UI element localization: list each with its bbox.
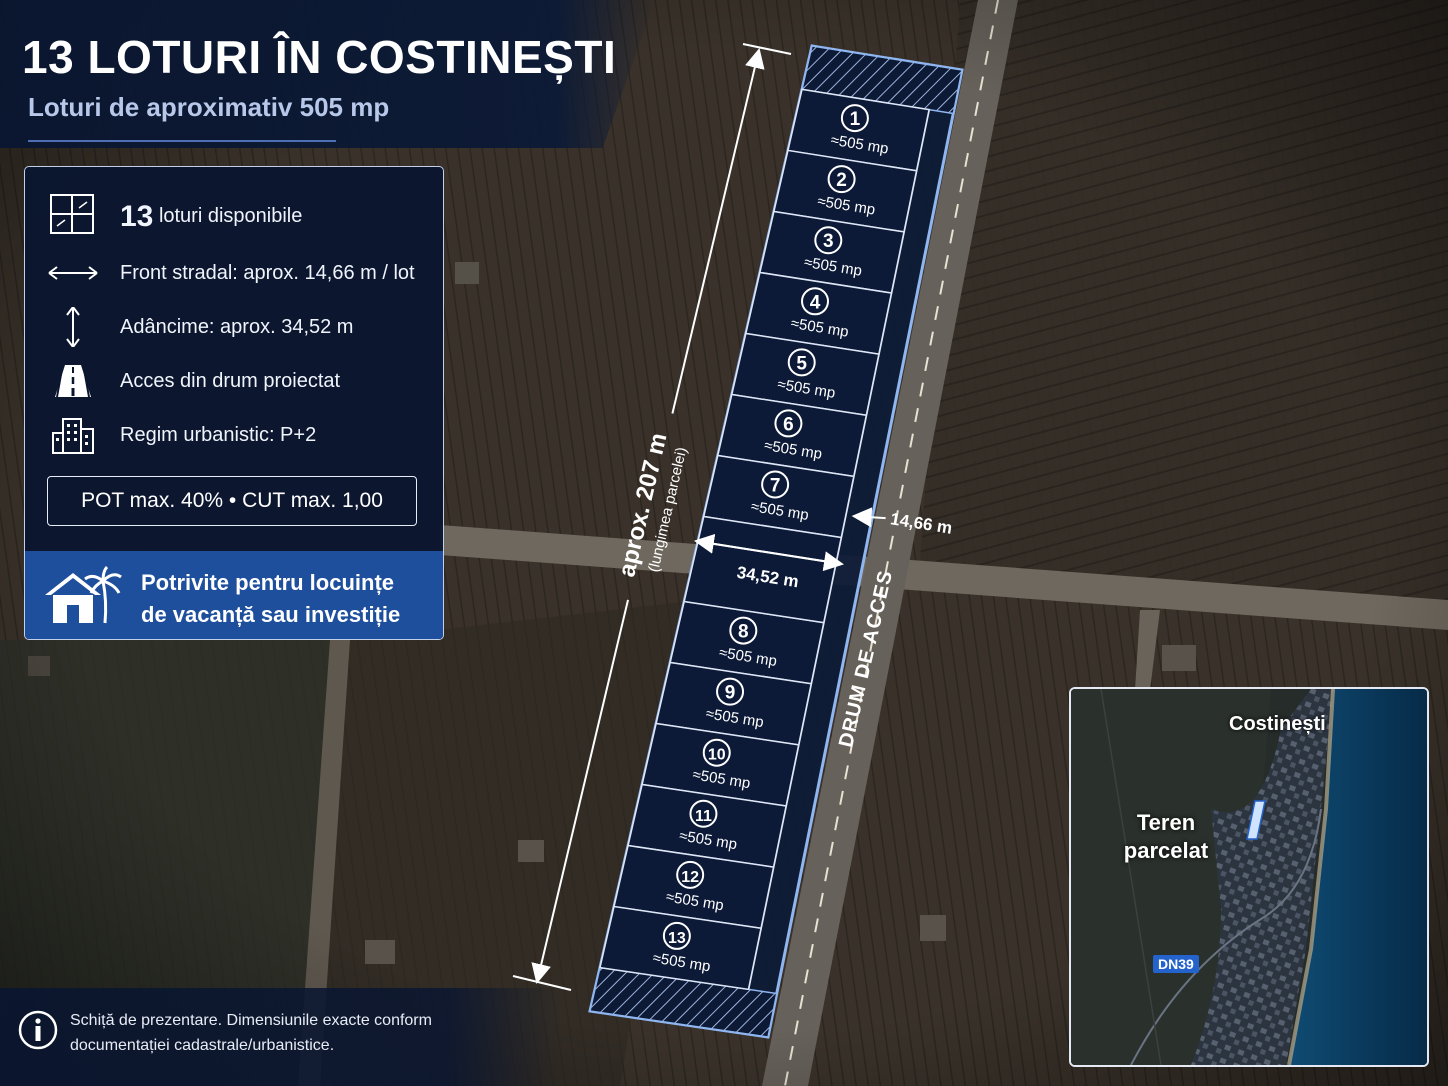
lot-number: 6	[783, 414, 794, 435]
house-palm-icon	[45, 565, 122, 624]
road-icon	[55, 365, 91, 398]
frontage-text: Front stradal: aprox. 14,66 m / lot	[120, 262, 415, 284]
inset-parcel-label-1: Teren	[1136, 810, 1196, 835]
lots-label: loturi disponibile	[158, 205, 303, 227]
promo-strip: Potrivite pentru locuințe de vacanță sau…	[25, 551, 443, 639]
lot-number: 8	[738, 622, 749, 643]
lot-number: 4	[810, 292, 821, 313]
access-text: Acces din drum proiectat	[120, 370, 341, 392]
lot-number: 7	[770, 476, 781, 497]
lot-number: 1	[850, 109, 861, 130]
lot-number: 11	[695, 808, 712, 825]
zoning-text: Regim urbanistic: P+2	[120, 424, 317, 446]
vertical-arrow-icon	[66, 307, 80, 347]
lot-number: 9	[725, 683, 736, 704]
info-panel: 13 loturi disponibile Front stradal: apr…	[24, 166, 444, 640]
lot-number: 2	[836, 170, 847, 191]
promo-line-2: de vacanță sau investiție	[141, 602, 401, 627]
promo-text: Potrivite pentru locuințe de vacanță sau…	[141, 567, 400, 631]
road-badge-dn39: DN39	[1153, 955, 1199, 973]
page-title: 13 LOTURI ÎN COSTINEȘTI	[22, 31, 617, 83]
horizontal-arrow-icon	[48, 266, 98, 280]
grid-lots-icon	[50, 194, 94, 234]
lots-count: 13	[120, 200, 154, 233]
info-row-depth: Adâncime: aprox. 34,52 m	[25, 307, 443, 347]
disclaimer-text: Schiță de prezentare. Dimensiunile exact…	[70, 1008, 432, 1058]
depth-text: Adâncime: aprox. 34,52 m	[120, 316, 354, 338]
inset-city-label: Costinești	[1229, 713, 1326, 735]
frontage-label: 14,66 m	[889, 509, 954, 538]
lot-number: 5	[796, 353, 807, 374]
disclaimer-line-1: Schiță de prezentare. Dimensiunile exact…	[70, 1012, 432, 1029]
disclaimer-bar: Schiță de prezentare. Dimensiunile exact…	[0, 988, 560, 1086]
inset-location-map: Costinești Teren parcelat DN39	[1069, 687, 1429, 1067]
info-row-frontage: Front stradal: aprox. 14,66 m / lot	[25, 253, 443, 293]
pot-cut-box: POT max. 40% • CUT max. 1,00	[47, 476, 417, 526]
building-icon	[52, 418, 94, 454]
lot-number: 3	[823, 231, 834, 252]
disclaimer-line-2: documentației cadastrale/urbanistice.	[70, 1037, 335, 1054]
lot-number: 10	[708, 747, 726, 764]
inset-parcel-label-2: parcelat	[1123, 838, 1209, 863]
inset-map-image	[1071, 689, 1427, 1065]
lot-number: 13	[668, 930, 686, 947]
info-row-lots: 13 loturi disponibile	[25, 194, 443, 234]
info-row-access: Acces din drum proiectat	[25, 361, 443, 401]
page-subtitle: Loturi de aproximativ 505 mp	[28, 92, 390, 122]
promo-line-1: Potrivite pentru locuințe	[141, 570, 395, 595]
length-tick-top	[742, 43, 792, 55]
lots-layer: 1≈505 mp2≈505 mp3≈505 mp4≈505 mp5≈505 mp…	[599, 88, 930, 991]
title-underline	[28, 140, 336, 142]
info-icon	[18, 1010, 58, 1050]
inset-parcel-label: Teren parcelat	[1121, 809, 1211, 865]
lot-number: 12	[681, 869, 699, 886]
info-row-zoning: Regim urbanistic: P+2	[25, 415, 443, 455]
